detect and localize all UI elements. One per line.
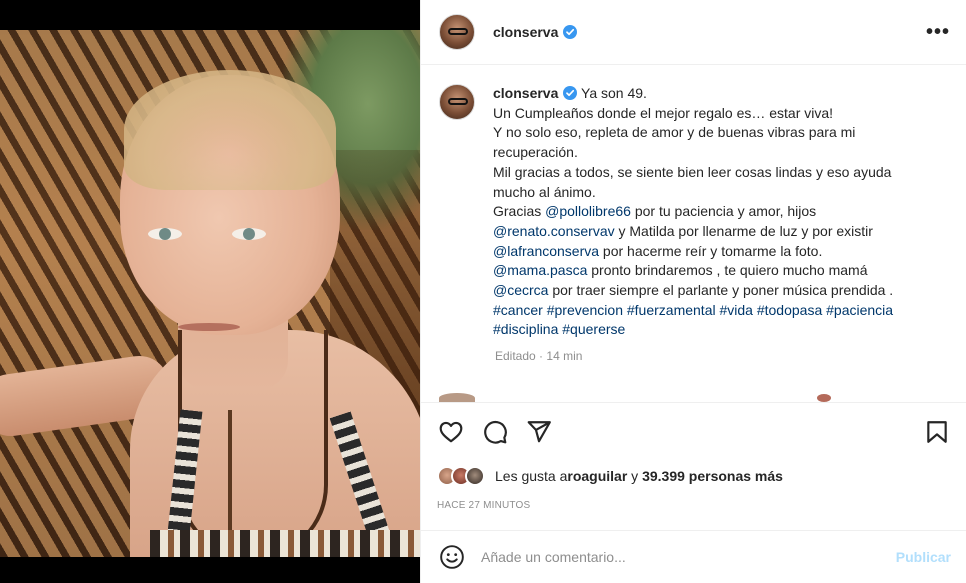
- edited-label: Editado: [495, 349, 536, 364]
- caption-line: @cecrca por traer siempre el parlante y …: [493, 281, 933, 301]
- caption-line: clonserva Ya son 49.: [493, 84, 933, 104]
- caption-line: @lafranconserva por hacerme reír y tomar…: [493, 242, 933, 262]
- mention-link[interactable]: @lafranconserva: [493, 243, 599, 259]
- likes-summary: Les gusta a roaguilar y 39.399 personas …: [437, 466, 951, 486]
- heart-icon-svg: [439, 421, 463, 443]
- publish-button[interactable]: Publicar: [896, 549, 951, 565]
- person-hair: [124, 70, 336, 190]
- action-icons: [437, 417, 951, 447]
- verified-badge-icon: [563, 25, 578, 39]
- caption-line: recuperación.: [493, 143, 933, 163]
- meta-separator: ·: [539, 349, 544, 364]
- mention-link[interactable]: @renato.conservav: [493, 223, 615, 239]
- comment-bar: Publicar: [421, 530, 966, 583]
- caption-text-segment: Mil gracias a todos, se siente bien leer…: [493, 163, 892, 180]
- caption-line: #cancer #prevencion #fuerzamental #vida …: [493, 301, 933, 321]
- liker-username[interactable]: roaguilar: [567, 468, 627, 484]
- post-photo[interactable]: [0, 30, 420, 557]
- hashtag-link[interactable]: #paciencia: [826, 302, 893, 318]
- caption-text-segment: Gracias: [493, 203, 546, 220]
- caption-line: @mama.pasca pronto brindaremos , te quie…: [493, 261, 933, 281]
- caption: clonserva Ya son 49. Un Cumpleaños donde…: [439, 84, 951, 340]
- caption-text-segment: por hacerme reír y tomarme la foto.: [599, 242, 823, 259]
- caption-time[interactable]: 14 min: [546, 349, 582, 363]
- bookmark-icon[interactable]: [923, 418, 951, 446]
- share-icon[interactable]: [525, 418, 553, 446]
- caption-line: mucho al ánimo.: [493, 183, 933, 203]
- next-comment-emoji: [817, 394, 831, 402]
- caption-author-avatar[interactable]: [439, 84, 475, 120]
- share-icon-svg: [527, 421, 551, 443]
- caption-meta: Editado · 14 min: [495, 349, 951, 363]
- caption-text-segment: pronto brindaremos , te quiero mucho mam…: [587, 262, 868, 279]
- person-eye-right: [232, 228, 266, 240]
- liker-avatar: [465, 466, 485, 486]
- caption-text-segment: Ya son 49.: [581, 85, 647, 101]
- person-eye-left: [148, 228, 182, 240]
- mention-link[interactable]: @mama.pasca: [493, 262, 587, 278]
- caption-line: @renato.conservav y Matilda por llenarme…: [493, 222, 933, 242]
- post-actions: Les gusta a roaguilar y 39.399 personas …: [421, 402, 966, 530]
- bookmark-icon-svg: [927, 421, 947, 443]
- post-header: clonserva •••: [421, 0, 966, 65]
- comment-input[interactable]: [481, 549, 896, 565]
- caption-line: Un Cumpleaños donde el mejor regalo es… …: [493, 104, 933, 124]
- likes-middle: y: [627, 468, 643, 484]
- next-comment-avatar: [439, 393, 475, 402]
- glasses-shape: [448, 98, 468, 105]
- hashtag-link[interactable]: #disciplina: [493, 321, 558, 337]
- comment-icon-svg: [484, 420, 507, 444]
- hashtag-link[interactable]: #vida: [719, 302, 752, 318]
- heart-icon[interactable]: [437, 418, 465, 446]
- mention-link[interactable]: @cecrca: [493, 282, 548, 298]
- caption-line: Gracias @pollolibre66 por tu paciencia y…: [493, 202, 933, 222]
- striped-dress: [150, 530, 420, 557]
- caption-line: Mil gracias a todos, se siente bien leer…: [493, 163, 933, 183]
- post-sidebar: clonserva ••• clonserva Ya son 49. Un Cu…: [420, 0, 966, 583]
- more-options-icon[interactable]: •••: [926, 22, 950, 42]
- likes-count[interactable]: 39.399 personas más: [642, 468, 783, 484]
- necklace-cord: [228, 410, 232, 550]
- likes-prefix: Les gusta a: [495, 468, 568, 484]
- caption-line: #disciplina #quererse: [493, 320, 933, 340]
- hashtag-link[interactable]: #cancer: [493, 302, 543, 318]
- necklace: [178, 330, 328, 557]
- caption-text-segment: por tu paciencia y amor, hijos: [630, 203, 817, 220]
- hashtag-link[interactable]: #fuerzamental: [627, 302, 716, 318]
- caption-text-segment: Un Cumpleaños donde el mejor regalo es… …: [493, 104, 834, 121]
- caption-line: Y no solo eso, repleta de amor y de buen…: [493, 123, 933, 143]
- hashtag-link[interactable]: #quererse: [562, 321, 625, 337]
- caption-text-segment: por traer siempre el parlante y poner mú…: [548, 282, 894, 299]
- post-timestamp[interactable]: HACE 27 MINUTOS: [437, 500, 951, 511]
- comment-icon[interactable]: [481, 418, 509, 446]
- caption-text-segment: y Matilda por llenarme de luz y por exis…: [614, 222, 873, 239]
- post-modal: clonserva ••• clonserva Ya son 49. Un Cu…: [0, 0, 966, 583]
- glasses-shape: [448, 28, 468, 35]
- verified-badge-icon: [563, 86, 578, 100]
- caption-username[interactable]: clonserva: [493, 85, 558, 101]
- post-media[interactable]: [0, 0, 420, 583]
- liker-avatars[interactable]: [437, 466, 495, 486]
- hashtag-link[interactable]: #todopasa: [757, 302, 822, 318]
- author-avatar[interactable]: [439, 14, 475, 50]
- emoji-icon[interactable]: [439, 544, 465, 570]
- caption-text-segment: Y no solo eso, repleta de amor y de buen…: [493, 124, 856, 141]
- caption-text-segment: mucho al ánimo.: [493, 183, 596, 200]
- caption-text-segment: recuperación.: [493, 144, 578, 161]
- comments-section: clonserva Ya son 49. Un Cumpleaños donde…: [421, 66, 966, 402]
- mention-link[interactable]: @pollolibre66: [545, 203, 631, 219]
- caption-text: clonserva Ya son 49. Un Cumpleaños donde…: [493, 84, 933, 340]
- hashtag-link[interactable]: #prevencion: [547, 302, 623, 318]
- author-username[interactable]: clonserva: [493, 24, 558, 40]
